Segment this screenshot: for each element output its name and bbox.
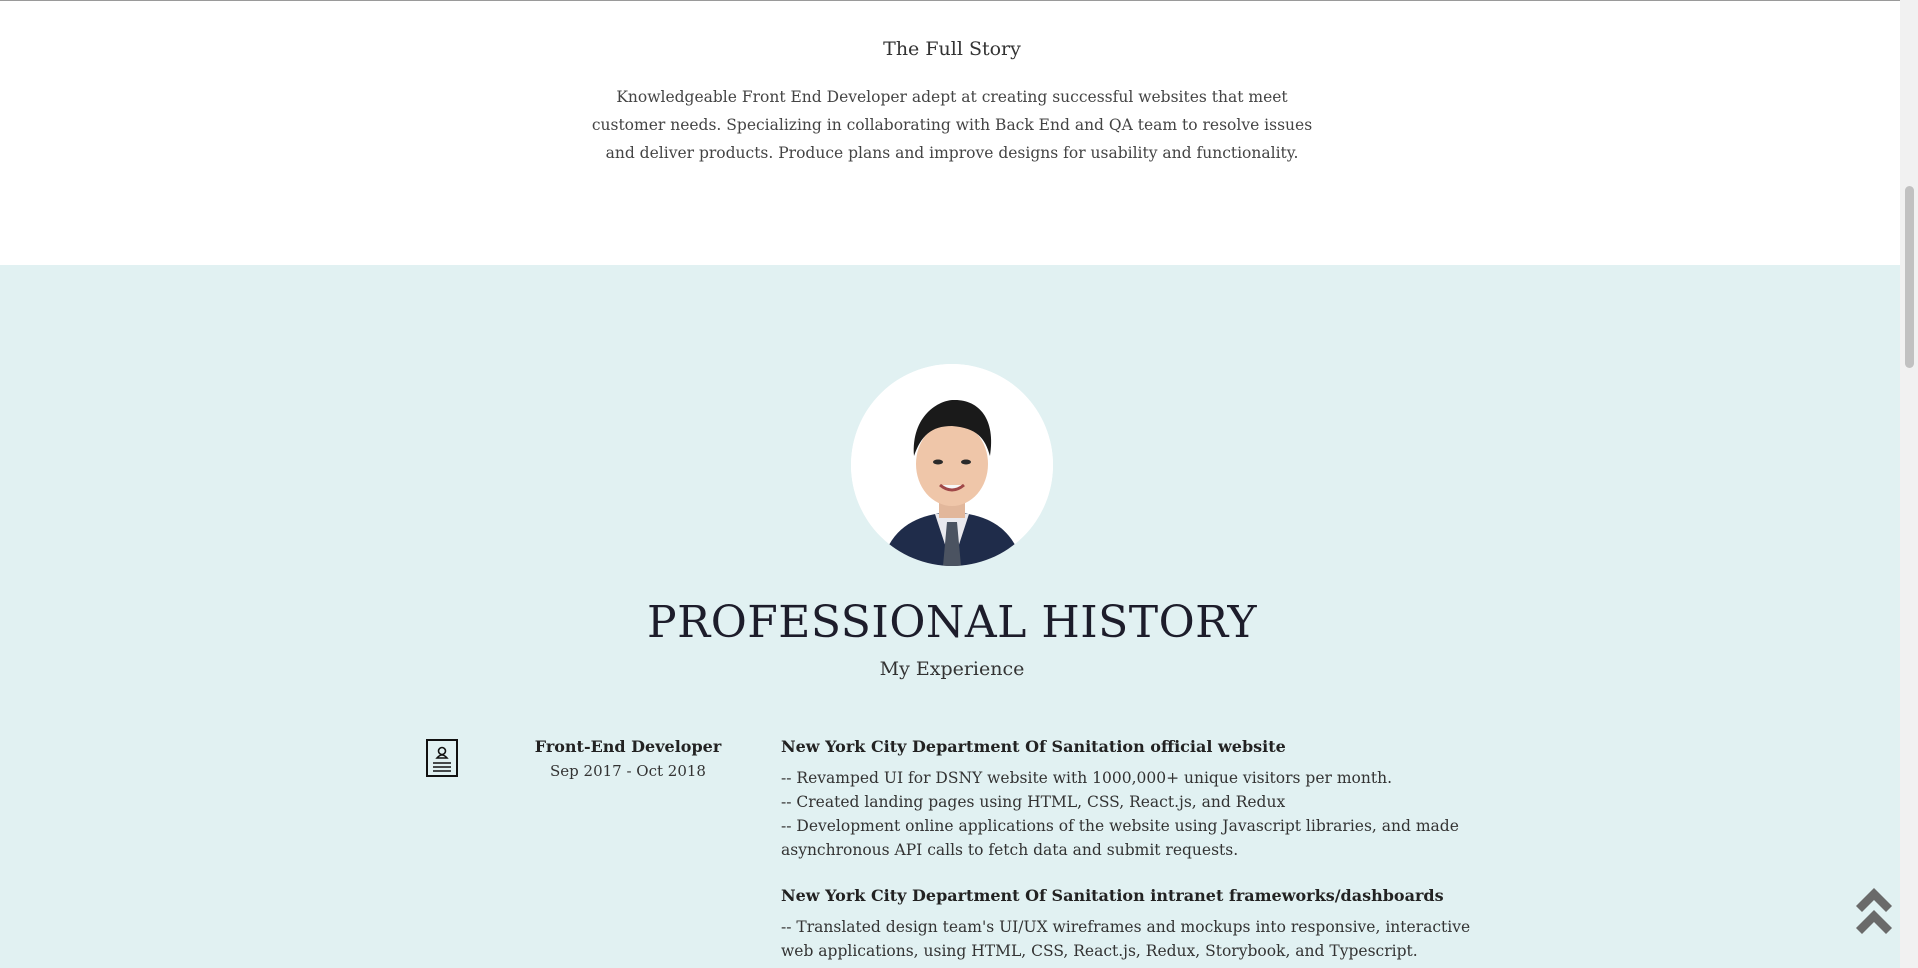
profile-photo <box>851 364 1053 566</box>
project-list: New York City Department Of Sanitation o… <box>781 735 1501 968</box>
section-subheading: My Experience <box>879 658 1025 680</box>
story-text: Knowledgeable Front End Developer adept … <box>591 88 1313 162</box>
project-title: New York City Department Of Sanitation i… <box>781 886 1444 905</box>
full-story-section: The Full Story Knowledgeable Front End D… <box>0 1 1900 265</box>
project-title: New York City Department Of Sanitation o… <box>781 737 1286 756</box>
page: The Full Story Knowledgeable Front End D… <box>0 0 1918 968</box>
double-chevron-up-icon <box>1856 888 1892 934</box>
portrait-image <box>851 364 1053 566</box>
project-bullet: -- Translated design team's UI/UX wirefr… <box>781 918 1471 960</box>
professional-history-section: PROFESSIONAL HISTORY My Experience Front… <box>0 265 1900 968</box>
section-heading: PROFESSIONAL HISTORY <box>646 597 1258 648</box>
project-bullet: -- Created landing pages using HTML, CSS… <box>781 793 1286 811</box>
project-item: New York City Department Of Sanitation o… <box>781 735 1501 862</box>
project-bullet: -- Revamped UI for DSNY website with 100… <box>781 769 1392 787</box>
project-bullet: -- Development online applications of th… <box>781 817 1459 859</box>
project-item: New York City Department Of Sanitation i… <box>781 884 1501 963</box>
vertical-scrollbar[interactable] <box>1900 0 1918 968</box>
back-to-top-button[interactable] <box>1852 882 1896 936</box>
scrollbar-thumb[interactable] <box>1905 186 1914 368</box>
job-meta: Front-End Developer Sep 2017 - Oct 2018 <box>533 735 723 783</box>
job-dates: Sep 2017 - Oct 2018 <box>550 762 706 780</box>
story-title: The Full Story <box>883 38 1021 60</box>
resume-icon <box>426 739 458 777</box>
job-role: Front-End Developer <box>534 737 722 756</box>
